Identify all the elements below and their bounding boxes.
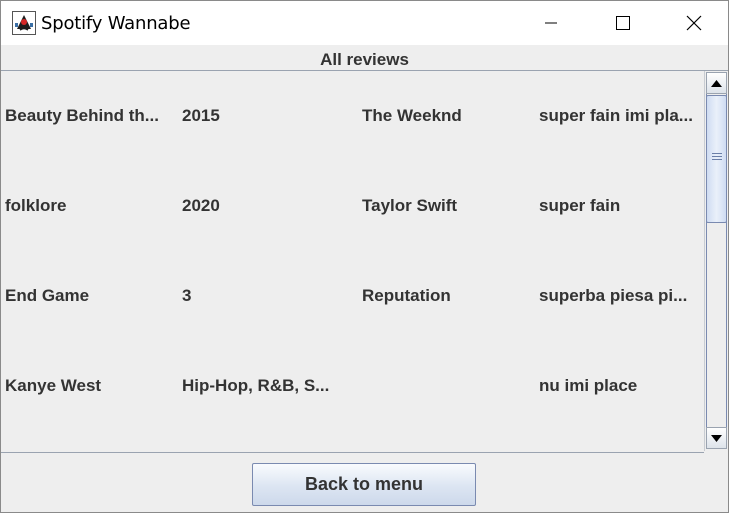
table-row[interactable]: End Game 3 Reputation superba piesa pi..… xyxy=(1,251,704,341)
divider xyxy=(1,452,704,453)
minimize-button[interactable] xyxy=(528,1,574,45)
title-bar[interactable]: Spotify Wannabe xyxy=(1,1,728,45)
table-row[interactable]: Kanye West Hip-Hop, R&B, S... nu imi pla… xyxy=(1,341,704,431)
arrow-up-icon xyxy=(711,79,722,87)
window-title: Spotify Wannabe xyxy=(41,13,191,34)
java-duke-icon xyxy=(12,11,36,35)
year-cell[interactable]: 3 xyxy=(182,286,350,306)
scroll-thumb[interactable] xyxy=(706,95,727,223)
album-cell[interactable]: End Game xyxy=(5,286,173,306)
arrow-down-icon xyxy=(711,434,722,442)
maximize-icon xyxy=(616,16,630,30)
album-cell[interactable]: folklore xyxy=(5,196,173,216)
app-window: Spotify Wannabe All reviews Beauty Behin… xyxy=(0,0,729,513)
scroll-up-button[interactable] xyxy=(706,72,727,94)
scroll-down-button[interactable] xyxy=(706,427,727,449)
table-row[interactable]: folklore 2020 Taylor Swift super fain xyxy=(1,161,704,251)
album-cell[interactable]: Kanye West xyxy=(5,376,173,396)
maximize-button[interactable] xyxy=(600,1,646,45)
review-cell[interactable]: superba piesa pi... xyxy=(539,286,704,306)
review-cell[interactable]: nu imi place xyxy=(539,376,704,396)
year-cell[interactable]: 2020 xyxy=(182,196,350,216)
vertical-scrollbar[interactable] xyxy=(704,71,728,451)
review-cell[interactable]: super fain xyxy=(539,196,704,216)
album-cell[interactable]: Beauty Behind th... xyxy=(5,106,173,126)
back-to-menu-button[interactable]: Back to menu xyxy=(252,463,476,506)
artist-cell[interactable]: Reputation xyxy=(362,286,530,306)
minimize-icon xyxy=(545,22,557,24)
page-title: All reviews xyxy=(320,50,409,69)
table-row[interactable]: Beauty Behind th... 2015 The Weeknd supe… xyxy=(1,71,704,161)
year-cell[interactable]: Hip-Hop, R&B, S... xyxy=(182,376,350,396)
artist-cell[interactable]: Taylor Swift xyxy=(362,196,530,216)
close-icon xyxy=(686,15,702,31)
reviews-table[interactable]: Beauty Behind th... 2015 The Weeknd supe… xyxy=(1,71,704,451)
review-cell[interactable]: super fain imi pla... xyxy=(539,106,704,126)
year-cell[interactable]: 2015 xyxy=(182,106,350,126)
artist-cell[interactable]: The Weeknd xyxy=(362,106,530,126)
close-button[interactable] xyxy=(671,1,717,45)
grip-icon xyxy=(712,153,722,162)
table-header: All reviews xyxy=(1,47,728,71)
